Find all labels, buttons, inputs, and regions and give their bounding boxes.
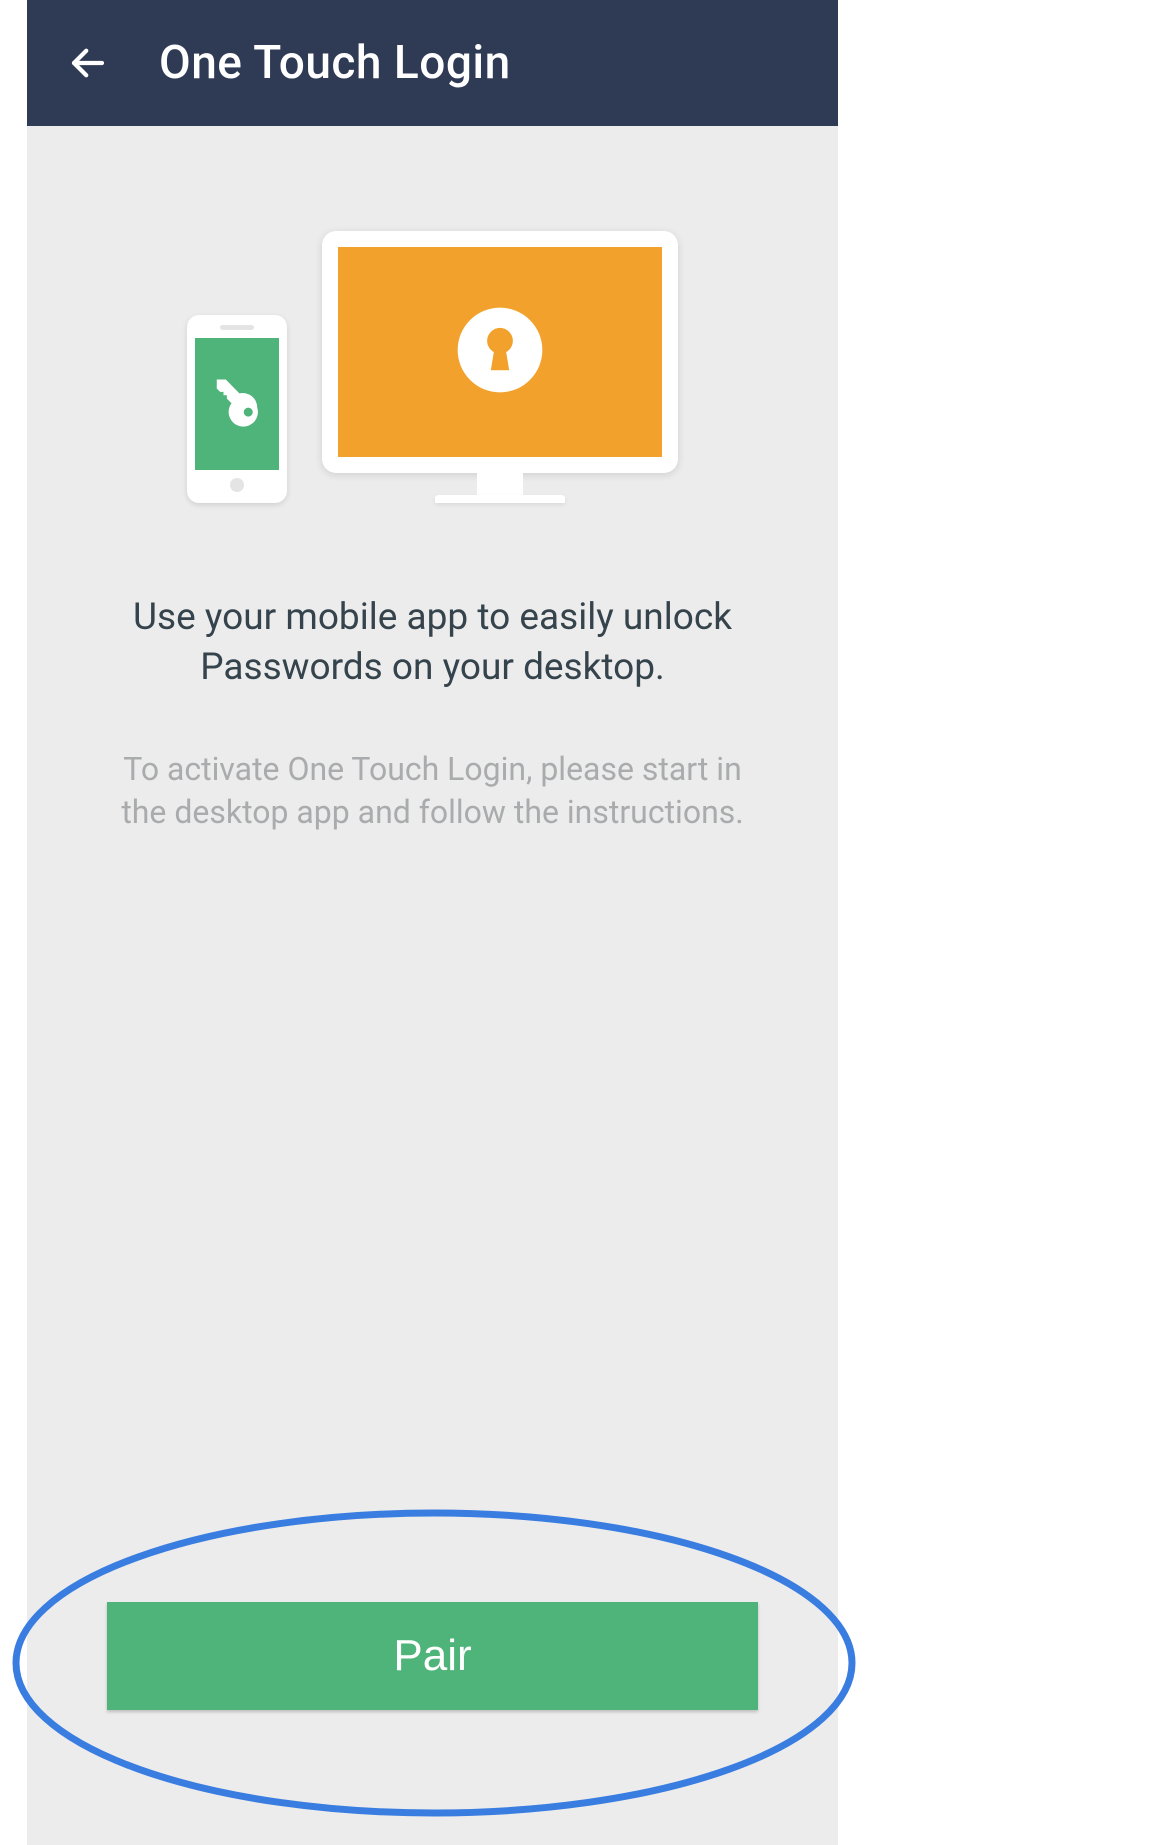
instruction-text: To activate One Touch Login, please star… xyxy=(87,748,778,834)
app-screen: One Touch Login xyxy=(27,0,838,1845)
content-area: Use your mobile app to easily unlock Pas… xyxy=(27,126,838,1845)
key-icon xyxy=(210,375,264,433)
pairing-illustration xyxy=(87,231,778,503)
phone-graphic xyxy=(187,315,287,503)
back-arrow-icon[interactable] xyxy=(67,42,109,84)
pair-button[interactable]: Pair xyxy=(107,1602,758,1710)
header-bar: One Touch Login xyxy=(27,0,838,126)
monitor-graphic xyxy=(322,231,678,503)
page-title: One Touch Login xyxy=(159,36,511,90)
keyhole-icon xyxy=(454,304,546,400)
headline-text: Use your mobile app to easily unlock Pas… xyxy=(87,593,778,693)
